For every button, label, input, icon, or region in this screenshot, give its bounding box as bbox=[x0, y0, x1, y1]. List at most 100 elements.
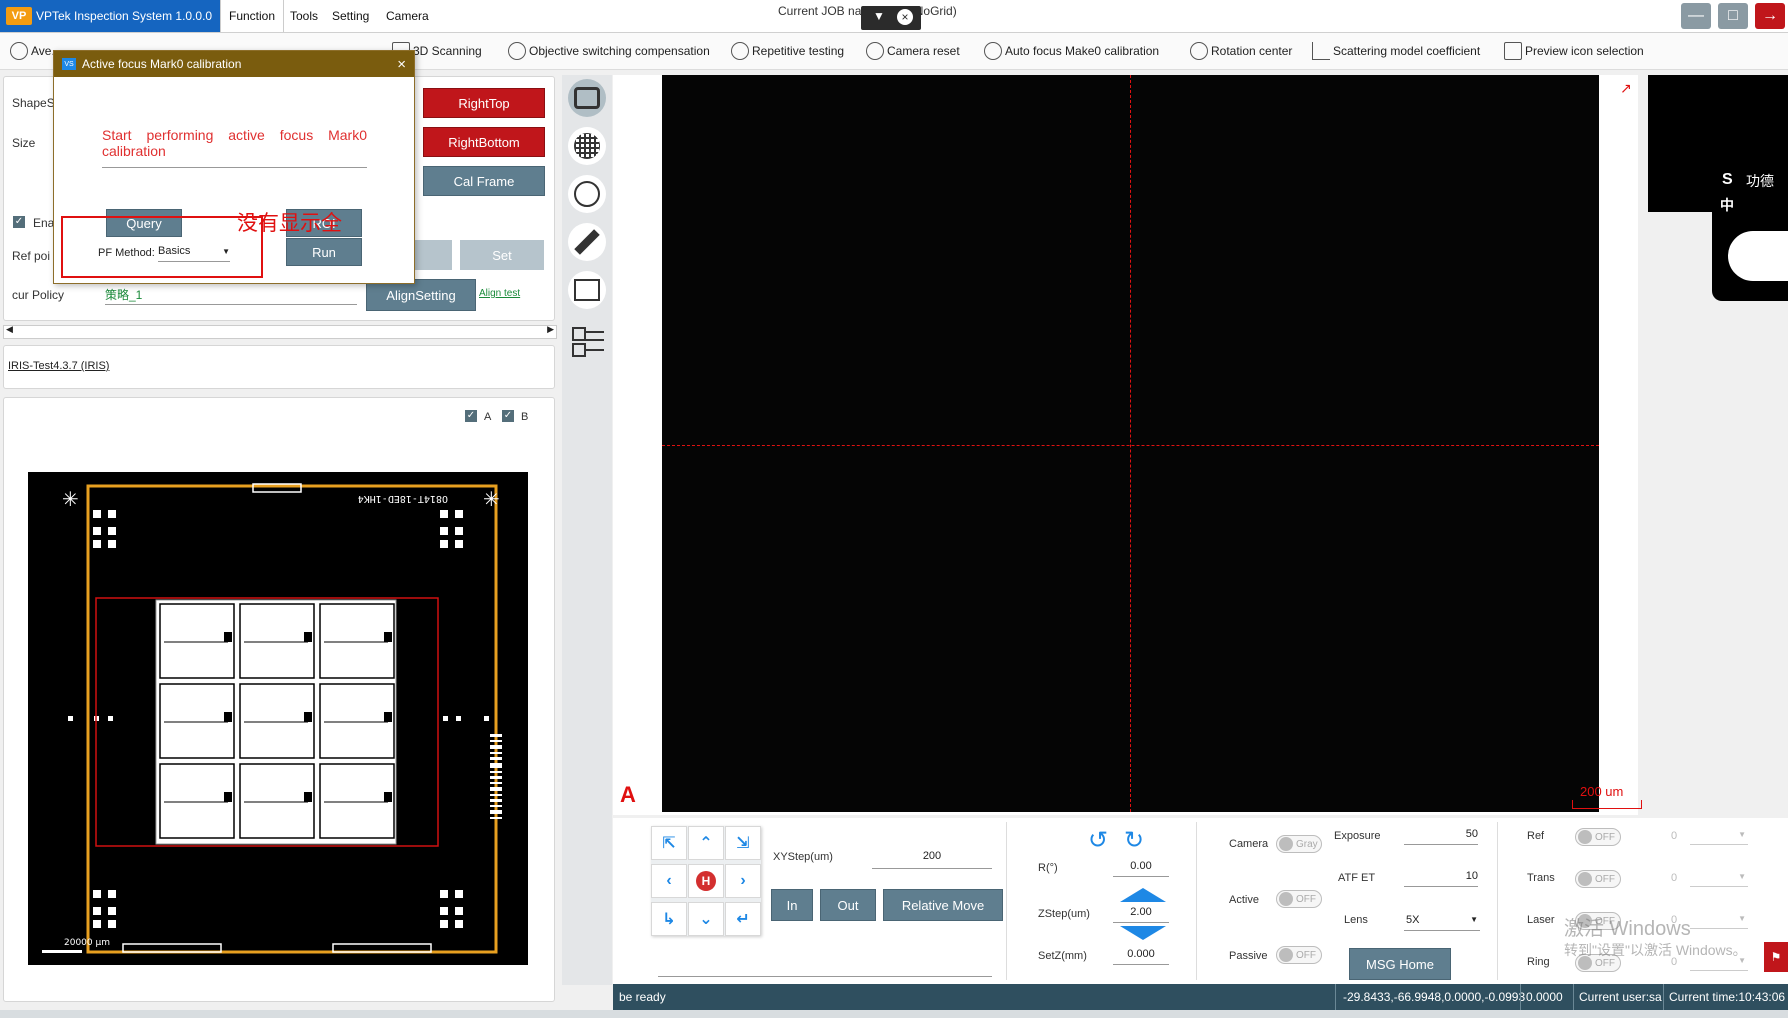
tool-preview-icon-selection[interactable]: Preview icon selection bbox=[1504, 40, 1644, 62]
job-link[interactable]: IRIS-Test4.3.7 (IRIS) bbox=[8, 360, 109, 372]
scroll-right-icon[interactable]: ▶ bbox=[547, 324, 554, 335]
fullscreen-icon[interactable]: ↗ bbox=[1620, 80, 1632, 97]
tool-auto-focus-calibration[interactable]: Auto focus Make0 calibration bbox=[984, 40, 1159, 62]
pin-icon[interactable]: ▼ bbox=[873, 9, 885, 23]
vs-app-icon: VS bbox=[62, 58, 76, 70]
checklist-icon[interactable] bbox=[572, 325, 604, 357]
scroll-left-icon[interactable]: ◀ bbox=[6, 324, 13, 335]
tool-repetitive-testing[interactable]: Repetitive testing bbox=[731, 40, 844, 62]
passive-toggle[interactable]: OFF bbox=[1276, 946, 1322, 964]
ref-light-toggle[interactable]: OFF bbox=[1575, 828, 1621, 846]
tool-camera-reset[interactable]: Camera reset bbox=[866, 40, 960, 62]
align-test-link[interactable]: Align test bbox=[479, 288, 520, 299]
set-button[interactable]: Set bbox=[460, 240, 544, 270]
tool-scattering-model[interactable]: Scattering model coefficient bbox=[1312, 40, 1480, 62]
move-up-button[interactable]: ⌃ bbox=[688, 826, 724, 860]
move-left-button[interactable]: ‹ bbox=[651, 864, 687, 898]
move-up-right-button[interactable]: ⇲ bbox=[725, 826, 761, 860]
tool-label: Preview icon selection bbox=[1525, 44, 1644, 58]
horizontal-scrollbar[interactable]: ◀ ▶ bbox=[3, 324, 557, 339]
maximize-button[interactable]: □ bbox=[1718, 3, 1748, 29]
menu-camera[interactable]: Camera bbox=[378, 0, 437, 32]
rotate-ccw-icon[interactable]: ↺ bbox=[1088, 826, 1108, 855]
cal-frame-button[interactable]: Cal Frame bbox=[423, 166, 545, 196]
grid-icon[interactable] bbox=[568, 127, 606, 165]
right-top-button[interactable]: RightTop bbox=[423, 88, 545, 118]
relative-move-button[interactable]: Relative Move bbox=[883, 889, 1003, 921]
exposure-input[interactable]: 50 bbox=[1404, 828, 1478, 845]
camera-gray-toggle[interactable]: Gray bbox=[1276, 835, 1322, 853]
move-down-right-button[interactable]: ↵ bbox=[725, 902, 761, 936]
z-up-button[interactable] bbox=[1120, 888, 1166, 902]
check-b-label: B bbox=[521, 411, 529, 423]
lens-value: 5X bbox=[1406, 914, 1420, 926]
check-b-checkbox[interactable]: ✓ bbox=[502, 410, 514, 422]
check-a-label: A bbox=[484, 411, 492, 423]
side-flag-button[interactable]: ⚑ bbox=[1764, 942, 1788, 972]
floating-control-bar[interactable]: ▼ × bbox=[861, 6, 921, 30]
status-user: Current user:sa bbox=[1579, 990, 1662, 1004]
cur-policy-field[interactable]: 策略_1 bbox=[105, 286, 357, 305]
run-button[interactable]: Run bbox=[286, 238, 362, 266]
out-button[interactable]: Out bbox=[820, 889, 876, 921]
tool-objective-switching[interactable]: Objective switching compensation bbox=[508, 40, 710, 62]
move-down-left-button[interactable]: ↳ bbox=[651, 902, 687, 936]
minimize-button[interactable]: — bbox=[1681, 3, 1711, 29]
trans-light-label: Trans bbox=[1527, 872, 1555, 884]
menu-tools[interactable]: Tools bbox=[282, 0, 326, 32]
ref-light-select[interactable]: ▼ bbox=[1690, 828, 1748, 845]
setz-input[interactable]: 0.000 bbox=[1113, 948, 1169, 965]
rotate-cw-icon[interactable]: ↻ bbox=[1124, 826, 1144, 855]
home-icon: H bbox=[696, 871, 716, 891]
strip-char-3: 功德 bbox=[1746, 173, 1774, 189]
status-ready: be ready bbox=[619, 990, 666, 1004]
camera-label: A bbox=[620, 782, 636, 807]
menu-setting[interactable]: Setting bbox=[324, 0, 377, 32]
exit-button[interactable]: → bbox=[1755, 3, 1785, 29]
in-button[interactable]: In bbox=[771, 889, 813, 921]
laser-light-select[interactable]: ▼ bbox=[1690, 912, 1748, 929]
move-down-button[interactable]: ⌄ bbox=[688, 902, 724, 936]
floating-side-widget[interactable]: S 功德 中 bbox=[1712, 165, 1788, 301]
trans-light-toggle[interactable]: OFF bbox=[1575, 870, 1621, 888]
board-preview-image[interactable]: ✳ ✳ O814T-18ED-1HK4 20000 μm bbox=[28, 472, 528, 965]
close-icon[interactable]: × bbox=[897, 9, 913, 25]
ref-light-label: Ref bbox=[1527, 830, 1545, 842]
atf-et-input[interactable]: 10 bbox=[1404, 870, 1478, 887]
trans-light-select[interactable]: ▼ bbox=[1690, 870, 1748, 887]
dropdown-arrow-icon: ▼ bbox=[1470, 915, 1478, 924]
move-up-left-button[interactable]: ⇱ bbox=[651, 826, 687, 860]
z-down-button[interactable] bbox=[1120, 926, 1166, 940]
dialog-close-icon[interactable]: × bbox=[397, 56, 406, 73]
xystep-input[interactable]: 200 bbox=[872, 850, 992, 869]
msg-home-button[interactable]: MSG Home bbox=[1349, 948, 1451, 980]
active-toggle[interactable]: OFF bbox=[1276, 890, 1322, 908]
tool-label: Camera reset bbox=[887, 44, 960, 58]
inspection-list-icon[interactable] bbox=[568, 175, 606, 213]
app-brand: VP VPTek Inspection System 1.0.0.0 bbox=[0, 0, 220, 32]
right-bottom-button[interactable]: RightBottom bbox=[423, 127, 545, 157]
divider bbox=[1497, 822, 1498, 980]
ref-light-value[interactable]: 0 bbox=[1671, 830, 1677, 842]
trans-light-value[interactable]: 0 bbox=[1671, 872, 1677, 884]
r-input[interactable]: 0.00 bbox=[1113, 860, 1169, 877]
size-label: Size bbox=[12, 136, 36, 150]
dialog-title: Active focus Mark0 calibration bbox=[82, 57, 242, 71]
active-label: Active bbox=[1229, 894, 1259, 906]
camera-icon[interactable] bbox=[568, 79, 606, 117]
check-a-checkbox[interactable]: ✓ bbox=[465, 410, 477, 422]
lens-select[interactable]: 5X ▼ bbox=[1404, 912, 1480, 931]
enable-checkbox[interactable]: ✓ bbox=[13, 216, 25, 228]
app-logo-icon: VP bbox=[6, 7, 32, 25]
move-right-button[interactable]: › bbox=[725, 864, 761, 898]
tool-rotation-center[interactable]: Rotation center bbox=[1190, 40, 1292, 62]
zstep-input[interactable]: 2.00 bbox=[1113, 906, 1169, 923]
home-button[interactable]: H bbox=[688, 864, 724, 898]
measure-icon[interactable] bbox=[568, 223, 606, 261]
camera-view[interactable] bbox=[662, 75, 1599, 812]
image-icon[interactable] bbox=[568, 271, 606, 309]
menu-function[interactable]: Function bbox=[220, 0, 285, 32]
cur-policy-label: cur Policy bbox=[12, 288, 65, 302]
dropdown-arrow-icon: ▼ bbox=[1738, 914, 1746, 923]
board-scale-label: 20000 μm bbox=[64, 938, 110, 948]
